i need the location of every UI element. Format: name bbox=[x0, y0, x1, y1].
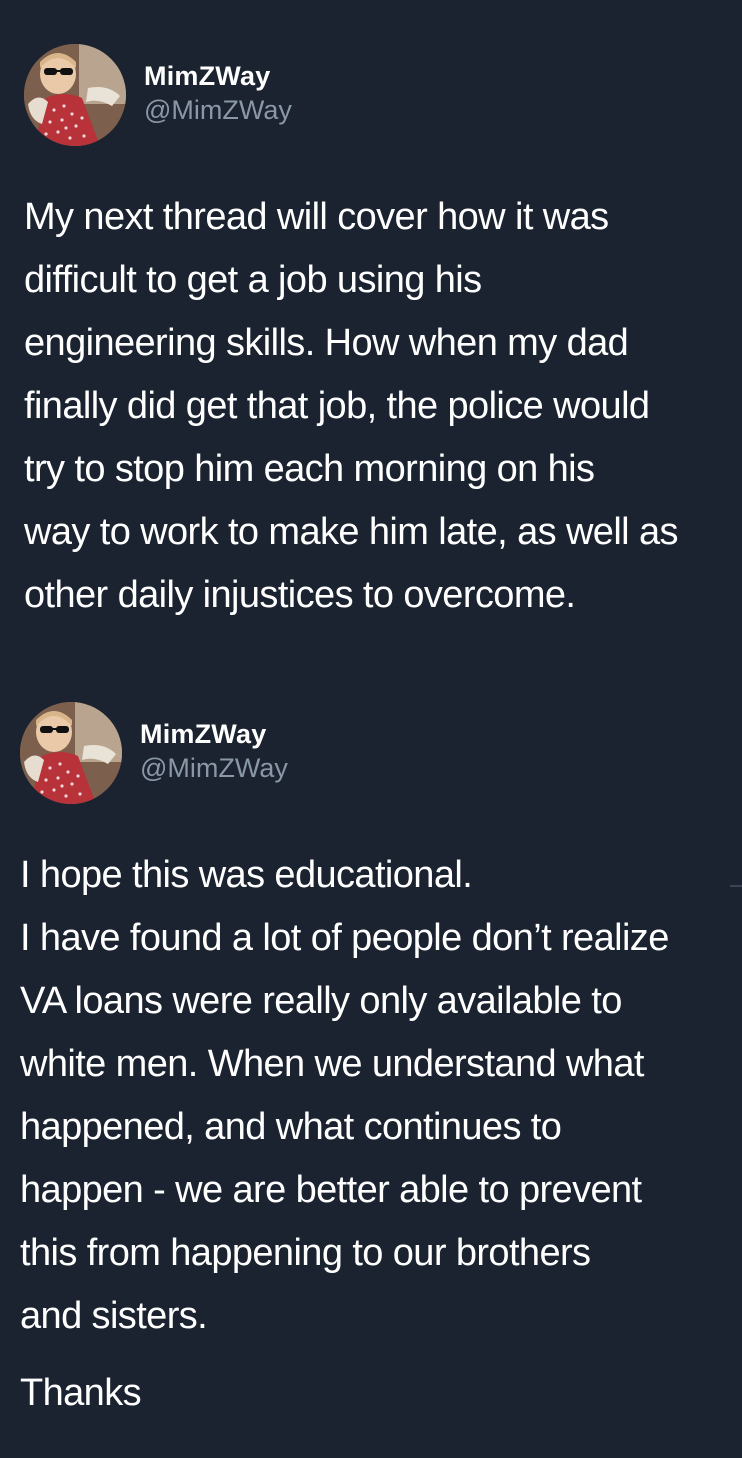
tweet-header: MimZWay @MimZWay bbox=[20, 702, 288, 804]
tweet-text-line: this from happening to our brothers bbox=[20, 1232, 591, 1274]
divider bbox=[730, 885, 742, 887]
tweet-text-line: happened, and what continues to bbox=[20, 1106, 562, 1148]
avatar[interactable] bbox=[24, 44, 126, 146]
tweet-text: I hope this was educational. I have foun… bbox=[20, 844, 669, 1348]
tweet-text-line: engineering skills. How when my dad bbox=[24, 322, 629, 364]
tweet-text-line: VA loans were really only available to bbox=[20, 980, 622, 1022]
user-handle[interactable]: @MimZWay bbox=[140, 751, 288, 785]
tweet-text-line: way to work to make him late, as well as bbox=[24, 511, 679, 553]
tweet-closing: Thanks bbox=[20, 1372, 142, 1414]
tweet-text-line: finally did get that job, the police wou… bbox=[24, 385, 650, 427]
avatar[interactable] bbox=[20, 702, 122, 804]
tweet-text-line: try to stop him each morning on his bbox=[24, 448, 595, 490]
author-names: MimZWay @MimZWay bbox=[140, 717, 288, 785]
tweet-header: MimZWay @MimZWay bbox=[24, 44, 292, 146]
profile-photo-icon bbox=[20, 702, 122, 804]
tweet-1: MimZWay @MimZWay My next thread will cov… bbox=[0, 0, 742, 660]
user-handle[interactable]: @MimZWay bbox=[144, 93, 292, 127]
tweet-text-line: I hope this was educational. bbox=[20, 854, 473, 896]
tweet-text-line: happen - we are better able to prevent bbox=[20, 1169, 642, 1211]
tweet-text-line: and sisters. bbox=[20, 1295, 208, 1337]
tweet-text-line: My next thread will cover how it was bbox=[24, 196, 609, 238]
tweet-2: MimZWay @MimZWay I hope this was educati… bbox=[0, 660, 742, 1458]
tweet-text-line: white men. When we understand what bbox=[20, 1043, 644, 1085]
display-name[interactable]: MimZWay bbox=[140, 717, 288, 751]
tweet-text-line: difficult to get a job using his bbox=[24, 259, 482, 301]
tweet-text-line: other daily injustices to overcome. bbox=[24, 574, 576, 616]
display-name[interactable]: MimZWay bbox=[144, 59, 292, 93]
tweet-text: My next thread will cover how it was dif… bbox=[24, 186, 679, 627]
author-names: MimZWay @MimZWay bbox=[144, 59, 292, 127]
profile-photo-icon bbox=[24, 44, 126, 146]
tweet-text-line: I have found a lot of people don’t reali… bbox=[20, 917, 669, 959]
